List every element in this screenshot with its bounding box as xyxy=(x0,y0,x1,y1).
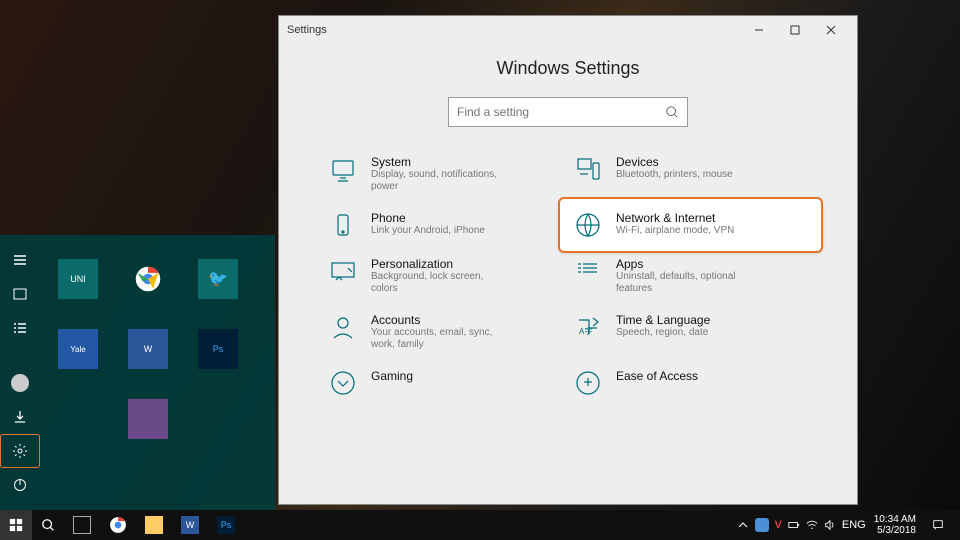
phone-icon xyxy=(329,211,357,239)
category-title: System xyxy=(371,155,511,169)
start-menu-power-icon[interactable] xyxy=(0,468,40,502)
category-title: Ease of Access xyxy=(616,369,698,383)
taskbar-time: 10:34 AM xyxy=(874,514,916,525)
category-title: Apps xyxy=(616,257,756,271)
category-title: Time & Language xyxy=(616,313,710,327)
tile-yale[interactable]: Yale xyxy=(58,329,98,369)
category-title: Gaming xyxy=(371,369,413,383)
start-menu-rail xyxy=(0,235,40,510)
category-time[interactable]: A字 Time & LanguageSpeech, region, date xyxy=(574,313,807,351)
category-desc: Speech, region, date xyxy=(616,327,710,339)
taskbar-taskview[interactable] xyxy=(64,510,100,540)
systray-wifi-icon[interactable] xyxy=(806,519,818,531)
category-desc: Uninstall, defaults, optional features xyxy=(616,271,756,295)
settings-window: Settings Windows Settings SystemDisplay,… xyxy=(278,15,858,505)
search-box[interactable] xyxy=(448,97,688,127)
start-menu: UNI 🐦 Yale W Ps xyxy=(0,235,275,510)
taskbar-chrome[interactable] xyxy=(100,510,136,540)
search-icon xyxy=(665,105,679,119)
category-system[interactable]: SystemDisplay, sound, notifications, pow… xyxy=(329,155,562,193)
category-personalization[interactable]: PersonalizationBackground, lock screen, … xyxy=(329,257,562,295)
systray-battery-icon[interactable] xyxy=(788,519,800,531)
window-maximize-button[interactable] xyxy=(777,16,813,44)
category-desc: Your accounts, email, sync, work, family xyxy=(371,327,511,351)
category-desc: Background, lock screen, colors xyxy=(371,271,511,295)
devices-icon xyxy=(574,155,602,183)
page-title: Windows Settings xyxy=(309,58,827,79)
tile-misc[interactable] xyxy=(128,399,168,439)
start-menu-settings-icon[interactable] xyxy=(0,434,40,468)
category-ease[interactable]: Ease of Access xyxy=(574,369,807,397)
tile-bird[interactable]: 🐦 xyxy=(198,259,238,299)
accounts-icon xyxy=(329,313,357,341)
taskbar: W Ps V ENG 10:34 AM 5/3/2018 xyxy=(0,510,960,540)
taskbar-notifications-icon[interactable] xyxy=(924,510,952,540)
category-phone[interactable]: PhoneLink your Android, iPhone xyxy=(329,211,562,239)
start-menu-user-icon[interactable] xyxy=(0,366,40,400)
ease-icon xyxy=(574,369,602,397)
systray[interactable]: V ENG xyxy=(737,518,866,532)
tile-word[interactable]: W xyxy=(128,329,168,369)
tile-ps[interactable]: Ps xyxy=(198,329,238,369)
category-title: Phone xyxy=(371,211,485,225)
window-minimize-button[interactable] xyxy=(741,16,777,44)
taskbar-clock[interactable]: 10:34 AM 5/3/2018 xyxy=(874,514,916,536)
category-title: Personalization xyxy=(371,257,511,271)
category-desc: Wi-Fi, airplane mode, VPN xyxy=(616,225,734,237)
systray-volume-icon[interactable] xyxy=(824,519,836,531)
system-icon xyxy=(329,155,357,183)
category-desc: Link your Android, iPhone xyxy=(371,225,485,237)
taskbar-date: 5/3/2018 xyxy=(874,525,916,536)
systray-app-icon[interactable] xyxy=(755,518,769,532)
start-button[interactable] xyxy=(0,510,32,540)
tile-chrome[interactable] xyxy=(128,259,168,299)
taskbar-ps[interactable]: Ps xyxy=(208,510,244,540)
category-network[interactable]: Network & InternetWi-Fi, airplane mode, … xyxy=(558,197,823,253)
search-input[interactable] xyxy=(457,105,665,119)
start-menu-hamburger-icon[interactable] xyxy=(0,243,40,277)
systray-lang[interactable]: ENG xyxy=(842,519,866,531)
time-icon: A字 xyxy=(574,313,602,341)
apps-icon xyxy=(574,257,602,285)
category-title: Devices xyxy=(616,155,733,169)
settings-categories: SystemDisplay, sound, notifications, pow… xyxy=(309,155,827,397)
network-icon xyxy=(574,211,602,239)
systray-v-icon[interactable]: V xyxy=(775,519,782,531)
window-titlebar[interactable]: Settings xyxy=(279,16,857,44)
gaming-icon xyxy=(329,369,357,397)
start-menu-tiles: UNI 🐦 Yale W Ps xyxy=(40,235,275,510)
category-accounts[interactable]: AccountsYour accounts, email, sync, work… xyxy=(329,313,562,351)
category-desc: Bluetooth, printers, mouse xyxy=(616,169,733,181)
svg-text:A字: A字 xyxy=(579,326,592,336)
category-devices[interactable]: DevicesBluetooth, printers, mouse xyxy=(574,155,807,193)
personalization-icon xyxy=(329,257,357,285)
tile-uni[interactable]: UNI xyxy=(58,259,98,299)
category-apps[interactable]: AppsUninstall, defaults, optional featur… xyxy=(574,257,807,295)
category-title: Accounts xyxy=(371,313,511,327)
taskbar-explorer[interactable] xyxy=(136,510,172,540)
window-close-button[interactable] xyxy=(813,16,849,44)
category-desc: Display, sound, notifications, power xyxy=(371,169,511,193)
start-menu-pinned-icon[interactable] xyxy=(0,277,40,311)
window-title: Settings xyxy=(287,24,327,36)
systray-chevron-up-icon[interactable] xyxy=(737,519,749,531)
category-title: Network & Internet xyxy=(616,211,734,225)
start-menu-list-icon[interactable] xyxy=(0,311,40,345)
taskbar-word[interactable]: W xyxy=(172,510,208,540)
category-gaming[interactable]: Gaming xyxy=(329,369,562,397)
taskbar-search-icon[interactable] xyxy=(32,510,64,540)
start-menu-downloads-icon[interactable] xyxy=(0,400,40,434)
